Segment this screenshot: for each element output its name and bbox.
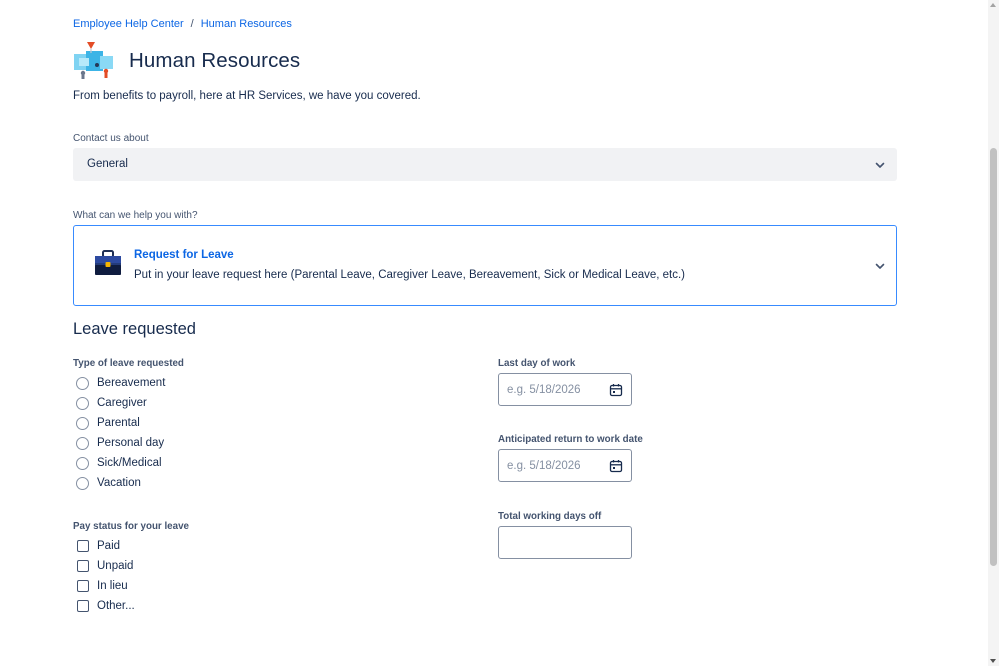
radio-button[interactable] bbox=[76, 476, 89, 490]
request-form-page: Employee Help Center / Human Resources H… bbox=[0, 0, 988, 666]
total-days-off-input[interactable] bbox=[498, 526, 632, 559]
request-type-name: Request for Leave bbox=[134, 249, 234, 261]
section-title-leave-requested: Leave requested bbox=[73, 320, 196, 338]
portal-illustration-icon bbox=[74, 42, 113, 79]
return-to-work-label: Anticipated return to work date bbox=[498, 434, 643, 445]
pay-status-label: Pay status for your leave bbox=[73, 521, 189, 532]
portal-description: From benefits to payroll, here at HR Ser… bbox=[73, 90, 421, 102]
radio-label: Vacation bbox=[97, 477, 141, 489]
radio-button[interactable] bbox=[76, 416, 89, 430]
contact-us-about-select[interactable]: General bbox=[73, 148, 897, 181]
contact-us-about-value: General bbox=[87, 158, 128, 170]
request-type-label: What can we help you with? bbox=[73, 210, 198, 221]
checkbox-label: In lieu bbox=[97, 580, 128, 592]
scroll-down-arrow-icon[interactable] bbox=[990, 659, 996, 663]
radio-option-vacation[interactable]: Vacation bbox=[76, 474, 141, 492]
breadcrumb: Employee Help Center / Human Resources bbox=[73, 18, 292, 30]
radio-label: Parental bbox=[97, 417, 140, 429]
type-of-leave-label: Type of leave requested bbox=[73, 358, 184, 369]
checkbox[interactable] bbox=[77, 560, 89, 572]
breadcrumb-separator: / bbox=[190, 18, 194, 30]
chevron-down-icon bbox=[875, 162, 885, 168]
total-days-off-label: Total working days off bbox=[498, 511, 602, 522]
request-type-description: Put in your leave request here (Parental… bbox=[134, 269, 686, 281]
radio-button[interactable] bbox=[76, 436, 89, 450]
radio-label: Caregiver bbox=[97, 397, 147, 409]
last-day-of-work-input[interactable]: e.g. 5/18/2026 bbox=[498, 373, 632, 406]
scrollbar-thumb[interactable] bbox=[990, 148, 997, 566]
last-day-of-work-label: Last day of work bbox=[498, 358, 576, 369]
breadcrumb-help-center-link[interactable]: Employee Help Center bbox=[73, 18, 184, 30]
checkbox[interactable] bbox=[77, 600, 89, 612]
date-placeholder: e.g. 5/18/2026 bbox=[507, 384, 581, 396]
calendar-icon[interactable] bbox=[609, 383, 623, 397]
briefcase-icon bbox=[95, 250, 121, 275]
radio-label: Sick/Medical bbox=[97, 457, 162, 469]
checkbox-option-in-lieu[interactable]: In lieu bbox=[77, 577, 128, 595]
radio-option-caregiver[interactable]: Caregiver bbox=[76, 394, 147, 412]
radio-option-parental[interactable]: Parental bbox=[76, 414, 140, 432]
radio-option-sick-medical[interactable]: Sick/Medical bbox=[76, 454, 162, 472]
date-placeholder: e.g. 5/18/2026 bbox=[507, 460, 581, 472]
checkbox-label: Paid bbox=[97, 540, 121, 552]
radio-label: Bereavement bbox=[97, 377, 166, 389]
contact-us-about-label: Contact us about bbox=[73, 133, 149, 144]
checkbox[interactable] bbox=[77, 580, 89, 592]
checkbox-label: Unpaid bbox=[97, 560, 134, 572]
radio-label: Personal day bbox=[97, 437, 165, 449]
radio-option-bereavement[interactable]: Bereavement bbox=[76, 374, 165, 392]
chevron-down-icon bbox=[875, 263, 885, 269]
radio-button[interactable] bbox=[76, 456, 89, 470]
radio-option-personal-day[interactable]: Personal day bbox=[76, 434, 164, 452]
calendar-icon[interactable] bbox=[609, 459, 623, 473]
scroll-up-arrow-icon[interactable] bbox=[990, 3, 996, 7]
breadcrumb-human-resources-link[interactable]: Human Resources bbox=[201, 18, 292, 30]
checkbox[interactable] bbox=[77, 540, 89, 552]
vertical-scrollbar[interactable] bbox=[988, 0, 999, 666]
radio-button[interactable] bbox=[76, 396, 89, 410]
page-title: Human Resources bbox=[129, 49, 301, 72]
request-type-select[interactable]: Request for Leave Put in your leave requ… bbox=[73, 225, 897, 306]
return-to-work-input[interactable]: e.g. 5/18/2026 bbox=[498, 449, 632, 482]
checkbox-label: Other... bbox=[97, 600, 135, 612]
checkbox-option-other[interactable]: Other... bbox=[77, 597, 135, 615]
checkbox-option-unpaid[interactable]: Unpaid bbox=[77, 557, 133, 575]
checkbox-option-paid[interactable]: Paid bbox=[77, 537, 120, 555]
radio-button[interactable] bbox=[76, 376, 89, 390]
